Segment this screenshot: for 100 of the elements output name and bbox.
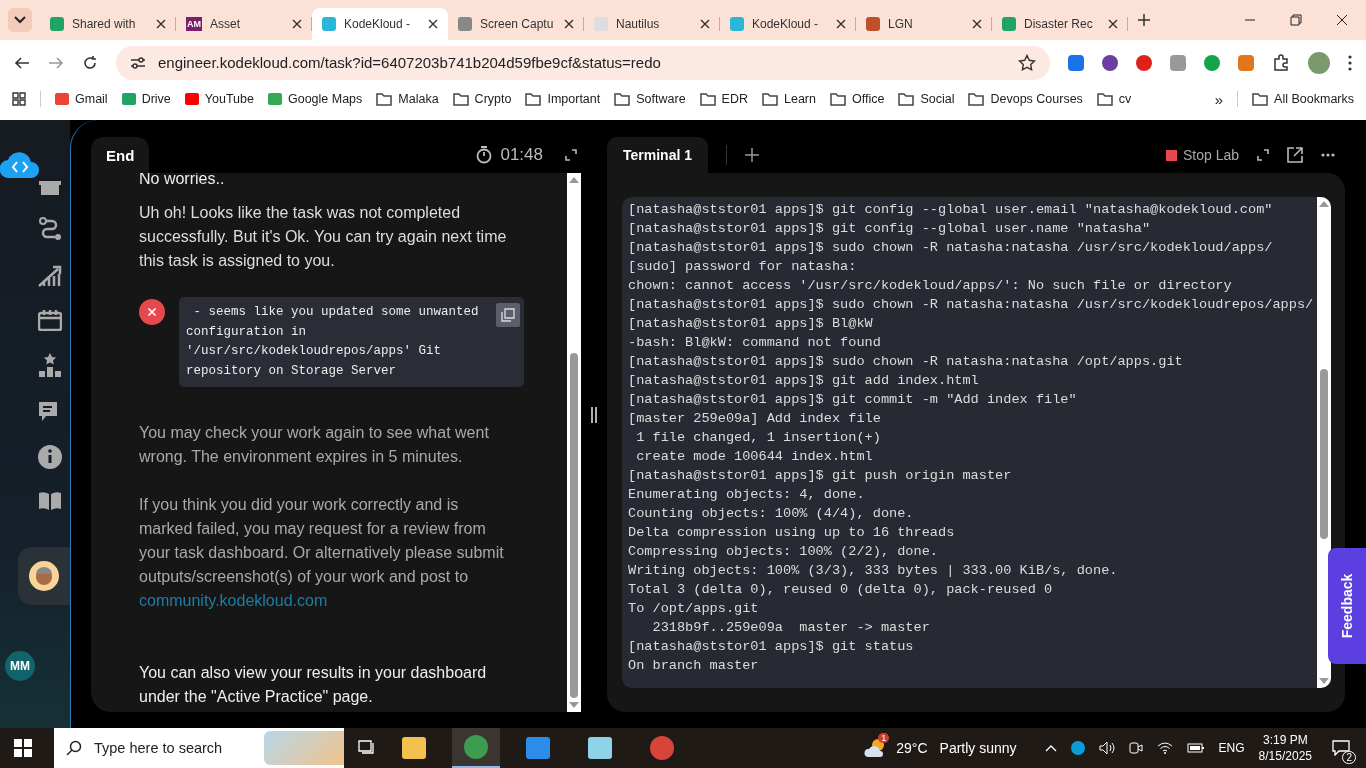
result-message: Uh oh! Looks like the task was not completed successfully. But it's Ok. You can try again next time this task is assigned to you. bbox=[139, 203, 507, 271]
more-bookmarks-button[interactable]: » bbox=[1214, 90, 1224, 108]
forward-icon[interactable] bbox=[48, 54, 64, 71]
error-icon bbox=[139, 299, 165, 325]
all-bookmarks-link[interactable]: All Bookmarks bbox=[1252, 92, 1354, 106]
user-card[interactable] bbox=[18, 547, 70, 605]
browser-tab[interactable]: Screen Captu bbox=[448, 8, 584, 40]
close-icon[interactable] bbox=[836, 19, 846, 29]
meeting-icon[interactable] bbox=[1128, 741, 1143, 755]
bookmark-link[interactable]: Gmail bbox=[55, 92, 108, 106]
close-icon[interactable] bbox=[1336, 14, 1348, 26]
open-external-icon[interactable] bbox=[1287, 147, 1303, 163]
profile-avatar[interactable] bbox=[1308, 51, 1330, 74]
browser-tab[interactable]: KodeKloud - bbox=[720, 8, 856, 40]
address-bar[interactable]: engineer.kodekloud.com/task?id=6407203b741b204d59fbe9cf&status=redo bbox=[116, 45, 1050, 80]
scroll-up-icon[interactable] bbox=[569, 177, 579, 183]
bookmark-link[interactable]: Google Maps bbox=[267, 92, 363, 106]
book-icon[interactable] bbox=[38, 491, 62, 511]
back-icon[interactable] bbox=[14, 54, 30, 71]
terminal-line: [master 259e09a] Add index file bbox=[628, 410, 882, 428]
browser-tab[interactable]: KodeKloud - bbox=[312, 8, 448, 40]
scrollbar[interactable] bbox=[567, 173, 581, 712]
new-tab-icon[interactable] bbox=[1138, 14, 1150, 26]
browser-tab[interactable]: Disaster Rec bbox=[992, 8, 1128, 40]
bookmark-link[interactable]: Social bbox=[898, 92, 955, 106]
close-icon[interactable] bbox=[428, 19, 438, 29]
scroll-down-icon[interactable] bbox=[1319, 678, 1329, 684]
extension-icon[interactable] bbox=[1102, 54, 1118, 71]
close-icon[interactable] bbox=[156, 19, 166, 29]
terminal-line: [natasha@ststor01 apps]$ sudo chown -R natasha:natasha /usr/src/kodekloud/apps/ bbox=[628, 239, 1274, 257]
puzzle-icon[interactable] bbox=[1272, 53, 1290, 72]
close-icon[interactable] bbox=[1108, 19, 1118, 29]
bookmark-star-icon[interactable] bbox=[1018, 53, 1036, 72]
terminal-line: Total 3 (delta 0), reused 0 (delta 0), pack-reused 0 bbox=[628, 581, 1054, 599]
scroll-down-icon[interactable] bbox=[569, 702, 579, 708]
bookmark-link[interactable]: Drive bbox=[121, 92, 171, 106]
volume-icon[interactable] bbox=[1098, 741, 1115, 755]
feedback-tab[interactable]: Feedback bbox=[1328, 548, 1366, 664]
expand-icon[interactable] bbox=[1257, 149, 1269, 161]
browser-tab[interactable]: AM Asset bbox=[176, 8, 312, 40]
terminal-tab[interactable]: Terminal 1 bbox=[607, 137, 708, 173]
tab-search-icon[interactable] bbox=[8, 8, 32, 32]
stop-lab-button[interactable]: Stop Lab bbox=[1165, 147, 1239, 163]
bookmark-link[interactable]: YouTube bbox=[184, 92, 254, 106]
windows-start-icon[interactable] bbox=[14, 739, 32, 757]
bookmark-link[interactable]: Software bbox=[614, 92, 686, 106]
clock[interactable]: 3:19 PM 8/15/2025 bbox=[1258, 732, 1312, 764]
user-initials[interactable]: MM bbox=[5, 651, 35, 681]
bookmark-link[interactable]: Malaka bbox=[376, 92, 439, 106]
bookmark-link[interactable]: Learn bbox=[762, 92, 816, 106]
scrollbar[interactable] bbox=[1317, 197, 1331, 688]
scroll-up-icon[interactable] bbox=[1319, 201, 1329, 207]
close-icon[interactable] bbox=[700, 19, 710, 29]
scrollbar-thumb[interactable] bbox=[1320, 369, 1328, 539]
close-icon[interactable] bbox=[292, 19, 302, 29]
cloud-logo-icon[interactable] bbox=[0, 151, 41, 179]
more-icon[interactable] bbox=[1321, 153, 1335, 157]
extension-icon[interactable] bbox=[1204, 54, 1220, 71]
expand-icon[interactable] bbox=[565, 149, 577, 161]
growth-chart-icon[interactable] bbox=[38, 263, 62, 287]
copy-icon[interactable] bbox=[496, 303, 520, 327]
close-icon[interactable] bbox=[564, 19, 574, 29]
language-indicator[interactable]: ENG bbox=[1218, 741, 1245, 755]
scrollbar-thumb[interactable] bbox=[570, 353, 578, 698]
route-icon[interactable] bbox=[38, 217, 62, 241]
reload-icon[interactable] bbox=[82, 54, 98, 71]
weather-text: Partly sunny bbox=[939, 740, 1017, 756]
bookmark-link[interactable]: cv bbox=[1096, 92, 1132, 106]
calendar-icon[interactable] bbox=[38, 309, 62, 331]
bookmark-link[interactable]: Office bbox=[830, 92, 885, 106]
apps-grid-icon[interactable] bbox=[12, 92, 26, 106]
browser-tab[interactable]: Nautilus bbox=[584, 8, 720, 40]
extension-icon[interactable] bbox=[1068, 54, 1084, 71]
add-terminal-icon[interactable] bbox=[745, 148, 759, 162]
site-settings-icon[interactable] bbox=[130, 55, 146, 70]
more-icon[interactable] bbox=[1348, 54, 1352, 71]
close-icon[interactable] bbox=[972, 19, 982, 29]
chevron-up-icon[interactable] bbox=[1044, 744, 1057, 752]
community-link[interactable]: community.kodekloud.com bbox=[139, 592, 328, 609]
battery-icon[interactable] bbox=[1186, 743, 1205, 753]
bookmark-link[interactable]: Devops Courses bbox=[968, 92, 1083, 106]
tray-app-icon[interactable] bbox=[1070, 741, 1085, 755]
browser-tab[interactable]: LGN bbox=[856, 8, 992, 40]
bookmark-link[interactable]: EDR bbox=[699, 92, 748, 106]
bookmark-link[interactable]: Crypto bbox=[452, 92, 512, 106]
notification-center-button[interactable]: 2 bbox=[1326, 728, 1356, 768]
wifi-icon[interactable] bbox=[1156, 742, 1173, 754]
taskbar-search-bar[interactable]: Type here to search bbox=[54, 728, 344, 768]
resize-handle-icon[interactable] bbox=[591, 406, 597, 423]
end-tab[interactable]: End bbox=[91, 137, 150, 173]
restore-icon[interactable] bbox=[1290, 14, 1302, 26]
leaderboard-icon[interactable] bbox=[39, 353, 61, 377]
task-view-icon[interactable] bbox=[358, 740, 376, 756]
weather-widget[interactable]: 1 29°C Partly sunny bbox=[864, 728, 1031, 768]
search-field[interactable]: Type here to search bbox=[92, 739, 236, 757]
browser-tab[interactable]: Shared with bbox=[40, 8, 176, 40]
extension-icon[interactable] bbox=[1136, 54, 1152, 71]
info-icon[interactable] bbox=[38, 445, 62, 469]
bookmark-link[interactable]: Important bbox=[525, 92, 601, 106]
box-icon[interactable] bbox=[39, 181, 61, 195]
